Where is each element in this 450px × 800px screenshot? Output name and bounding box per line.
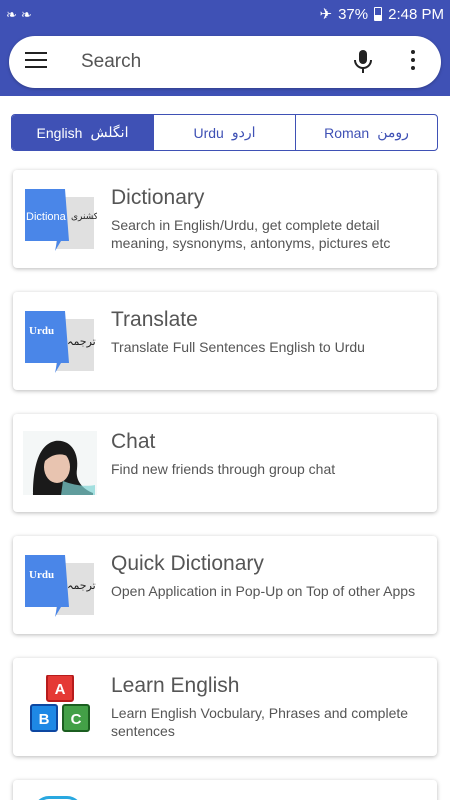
clock: 2:48 PM	[388, 5, 444, 23]
tab-native-label: رومن	[377, 124, 409, 140]
quick-dictionary-card[interactable]: Urdu ترجمہ Quick Dictionary Open Applica…	[13, 536, 437, 634]
notification-icon: ❧	[20, 7, 32, 22]
microphone-icon[interactable]	[352, 48, 374, 76]
tab-label: Urdu	[193, 124, 224, 141]
thumb-label: Dictiona	[26, 211, 67, 223]
block-letter: A	[55, 681, 66, 698]
partial-card[interactable]	[13, 780, 437, 800]
card-title: Chat	[111, 430, 156, 453]
card-title: Translate	[111, 308, 198, 331]
tab-native-label: اردو	[231, 124, 256, 140]
learn-english-card[interactable]: A B C Learn English Learn English Vocbul…	[13, 658, 437, 756]
card-description: Open Application in Pop-Up on Top of oth…	[111, 583, 416, 599]
card-description: Search in English/Urdu, get complete det…	[111, 217, 391, 251]
thumb-native-label: ڈکشنری	[71, 212, 97, 222]
tab-roman[interactable]: Roman رومن	[295, 115, 437, 150]
chat-card[interactable]: Chat Find new friends through group chat	[13, 414, 437, 512]
settings-icon	[33, 796, 83, 800]
app-bar: Search	[0, 30, 450, 96]
tab-english[interactable]: English انگلش	[12, 115, 153, 150]
translate-icon: Urdu ترجمہ	[23, 309, 97, 373]
tab-label: English	[36, 124, 83, 141]
card-description: Translate Full Sentences English to Urdu	[111, 339, 365, 355]
notification-icons: ❧ ❧	[6, 6, 32, 24]
status-bar: ❧ ❧ ✈ 37% 2:48 PM	[0, 0, 450, 30]
more-options-icon[interactable]	[409, 50, 417, 74]
card-description: Learn English Vocbulary, Phrases and com…	[111, 705, 409, 739]
tab-urdu[interactable]: Urdu اردو	[153, 115, 295, 150]
menu-icon[interactable]	[25, 52, 47, 72]
block-letter: C	[71, 711, 82, 728]
abc-blocks-icon: A B C	[23, 674, 97, 739]
thumb-native-label: ترجمہ	[67, 335, 96, 348]
card-description: Find new friends through group chat	[111, 461, 336, 477]
thumb-native-label: ترجمہ	[67, 579, 96, 592]
block-letter: B	[39, 711, 50, 728]
chat-avatar-icon	[23, 431, 97, 495]
search-input[interactable]: Search	[81, 51, 141, 73]
dictionary-card[interactable]: Dictiona ڈکشنری Dictionary Search in Eng…	[13, 170, 437, 268]
battery-percent: 37%	[338, 5, 369, 23]
thumb-label: Urdu	[29, 569, 54, 581]
thumb-label: Urdu	[29, 325, 54, 337]
card-title: Learn English	[111, 674, 240, 697]
translate-card[interactable]: Urdu ترجمہ Translate Translate Full Sent…	[13, 292, 437, 390]
card-title: Quick Dictionary	[111, 552, 264, 575]
airplane-mode-icon: ✈	[319, 6, 333, 23]
status-right: ✈ 37% 2:48 PM	[319, 5, 444, 24]
language-selector: English انگلش Urdu اردو Roman رومن	[11, 114, 438, 151]
tab-native-label: انگلش	[90, 124, 129, 140]
quick-dictionary-icon: Urdu ترجمہ	[23, 553, 97, 617]
search-bar[interactable]: Search	[9, 36, 441, 88]
notification-icon: ❧	[6, 7, 17, 22]
battery-icon	[374, 7, 383, 21]
card-title: Dictionary	[111, 186, 205, 209]
dictionary-icon: Dictiona ڈکشنری	[23, 187, 102, 251]
tab-label: Roman	[324, 124, 370, 141]
